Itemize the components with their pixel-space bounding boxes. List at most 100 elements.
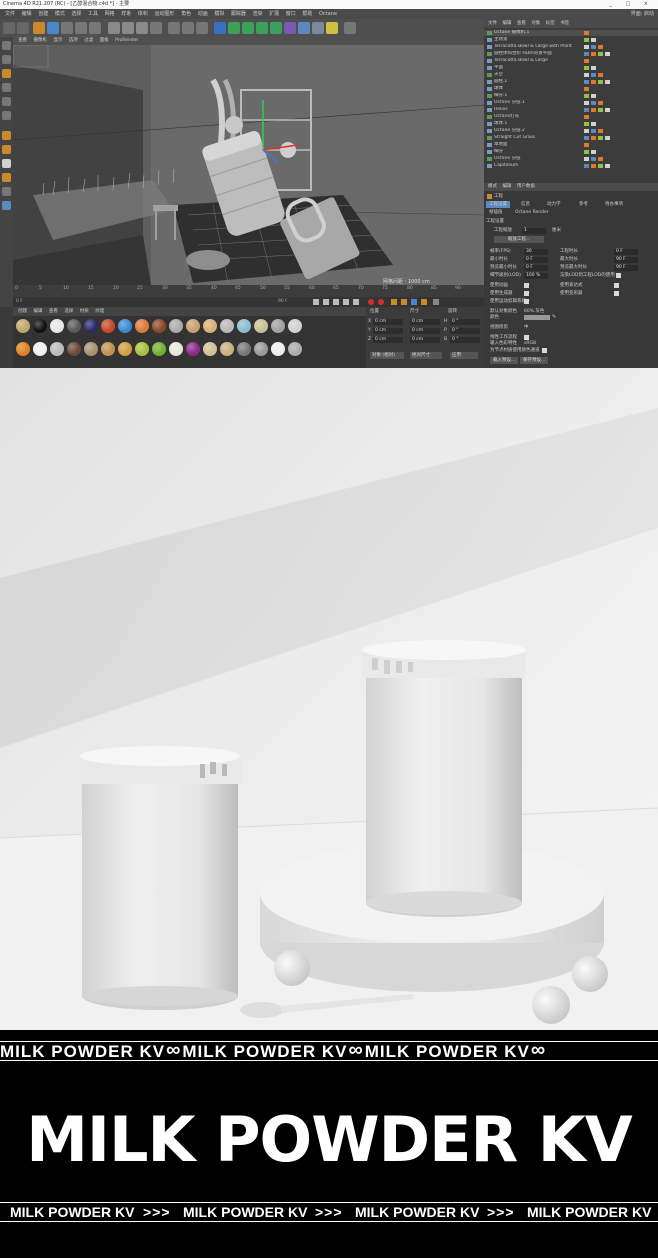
scale-project-button[interactable]: 缩放工程... <box>494 236 544 243</box>
render-picture-viewer-icon[interactable] <box>182 22 194 34</box>
axis-y-icon[interactable] <box>122 22 134 34</box>
preview-max-field[interactable]: 90 F <box>614 265 638 271</box>
locked-workplane-icon[interactable] <box>2 187 11 196</box>
object-tag-icon[interactable] <box>598 80 603 84</box>
subtab-frame-interp[interactable]: 帧插值 <box>486 209 506 216</box>
object-tag-icon[interactable] <box>584 59 589 63</box>
rot-h-field[interactable]: 0 ° <box>450 319 480 325</box>
object-tag-icon[interactable] <box>591 45 596 49</box>
object-tag-icon[interactable] <box>584 31 589 35</box>
object-tag-icon[interactable] <box>605 108 610 112</box>
cube-icon[interactable] <box>214 22 226 34</box>
attr-menu-edit[interactable]: 编辑 <box>502 184 511 189</box>
material-swatch[interactable] <box>16 319 30 333</box>
timeline-menu-icon[interactable] <box>433 299 439 305</box>
object-tag-icon[interactable] <box>591 80 596 84</box>
render-settings-icon[interactable] <box>196 22 208 34</box>
key-scale-icon[interactable] <box>401 299 407 305</box>
undo-icon[interactable] <box>3 22 15 34</box>
recent-tool-icon[interactable] <box>89 22 101 34</box>
material-swatch[interactable] <box>101 319 115 333</box>
material-swatch[interactable] <box>67 342 81 356</box>
subtab-project-settings[interactable]: 工程设置 <box>486 201 510 208</box>
subtab-octane-render[interactable]: Octane Render <box>512 209 552 216</box>
cloner-icon[interactable] <box>256 22 268 34</box>
save-preset-button[interactable]: 保存预设... <box>520 357 549 364</box>
object-tag-icon[interactable] <box>605 80 610 84</box>
render-view-icon[interactable] <box>168 22 180 34</box>
axis-z-icon[interactable] <box>136 22 148 34</box>
use-expressions-checkbox[interactable] <box>614 283 619 288</box>
pos-z-field[interactable]: 0 cm <box>373 337 403 343</box>
eyedropper-icon[interactable]: ✎ <box>552 314 556 320</box>
window-controls[interactable]: _ □ × <box>609 0 654 9</box>
rot-b-field[interactable]: 0 ° <box>450 337 480 343</box>
object-tag-icon[interactable] <box>584 66 589 70</box>
autokey-icon[interactable] <box>378 299 384 305</box>
menu-tracker[interactable]: 跟踪器 <box>231 11 246 17</box>
object-row[interactable]: Octane 分层.1 <box>484 100 658 106</box>
object-tag-icon[interactable] <box>591 38 596 42</box>
object-tag-icon[interactable] <box>598 45 603 49</box>
fps-field[interactable]: 30 <box>524 249 548 255</box>
menu-edit[interactable]: 编辑 <box>22 11 32 17</box>
next-frame-icon[interactable] <box>343 299 349 305</box>
object-row[interactable]: 主场景 <box>484 37 658 43</box>
subtab-dynamics[interactable]: 动力学 <box>544 201 564 208</box>
object-tag-icon[interactable] <box>584 94 589 98</box>
mat-menu-create[interactable]: 创建 <box>18 309 27 314</box>
points-mode-icon[interactable] <box>2 83 11 92</box>
material-swatch[interactable] <box>271 342 285 356</box>
object-tag-icon[interactable] <box>598 101 603 105</box>
material-swatch[interactable] <box>288 319 302 333</box>
object-tag-icon[interactable] <box>598 157 603 161</box>
record-icon[interactable] <box>368 299 374 305</box>
key-move-icon[interactable] <box>391 299 397 305</box>
material-swatch[interactable] <box>220 342 234 356</box>
subdivision-icon[interactable] <box>242 22 254 34</box>
material-swatch[interactable] <box>203 342 217 356</box>
color-swatch[interactable] <box>524 315 550 320</box>
object-row[interactable]: Capitalium <box>484 163 658 169</box>
3d-viewport[interactable]: 网格间距 : 1000 cm <box>13 45 484 285</box>
object-row[interactable]: Octane灯光 <box>484 114 658 120</box>
linear-workflow-checkbox[interactable] <box>524 335 529 340</box>
obj-menu-objects[interactable]: 对象 <box>531 21 540 26</box>
subtab-todo[interactable]: 待办事项 <box>602 201 626 208</box>
project-time-field[interactable]: 0 F <box>614 249 638 255</box>
input-color-dropdown[interactable]: sRGB <box>524 341 536 347</box>
menu-spline[interactable]: 样条 <box>121 11 131 17</box>
object-tag-icon[interactable] <box>598 164 603 168</box>
view-clip-dropdown[interactable]: 中 <box>524 325 529 331</box>
menu-simulate[interactable]: 模拟 <box>214 11 224 17</box>
object-tag-icon[interactable] <box>584 136 589 140</box>
max-time-field[interactable]: 90 F <box>614 257 638 263</box>
solo-icon[interactable] <box>2 201 11 210</box>
object-tag-icon[interactable] <box>598 73 603 77</box>
object-tag-icon[interactable] <box>591 52 596 56</box>
polygons-mode-icon[interactable] <box>2 111 11 120</box>
object-tag-icon[interactable] <box>598 52 603 56</box>
material-swatch[interactable] <box>169 319 183 333</box>
object-row[interactable]: 球体 <box>484 86 658 92</box>
mat-menu-texture[interactable]: 纹理 <box>95 309 104 314</box>
object-tag-icon[interactable] <box>584 164 589 168</box>
object-row[interactable]: Helios <box>484 107 658 113</box>
menu-mesh[interactable]: 网格 <box>105 11 115 17</box>
timeline[interactable]: 0 5 10 15 20 25 30 35 40 45 50 55 60 65 … <box>13 285 484 307</box>
object-row[interactable]: Octane 摄像机.1 <box>484 30 658 36</box>
object-row[interactable]: Terracotta Bowl & Large with Plant <box>484 44 658 50</box>
object-tag-icon[interactable] <box>591 129 596 133</box>
object-row[interactable]: 圆柱体和台阶 HDRI背景平面 <box>484 51 658 57</box>
node-color-checkbox[interactable] <box>542 348 547 353</box>
obj-menu-bookmarks[interactable]: 书签 <box>560 21 569 26</box>
object-row[interactable]: Octane 分层 <box>484 156 658 162</box>
object-tag-icon[interactable] <box>591 94 596 98</box>
material-swatch[interactable] <box>33 342 47 356</box>
object-tag-icon[interactable] <box>584 101 589 105</box>
min-time-field[interactable]: 0 F <box>524 257 548 263</box>
menu-window[interactable]: 窗口 <box>286 11 296 17</box>
field-icon[interactable] <box>270 22 282 34</box>
object-tag-icon[interactable] <box>584 87 589 91</box>
material-swatch[interactable] <box>135 319 149 333</box>
